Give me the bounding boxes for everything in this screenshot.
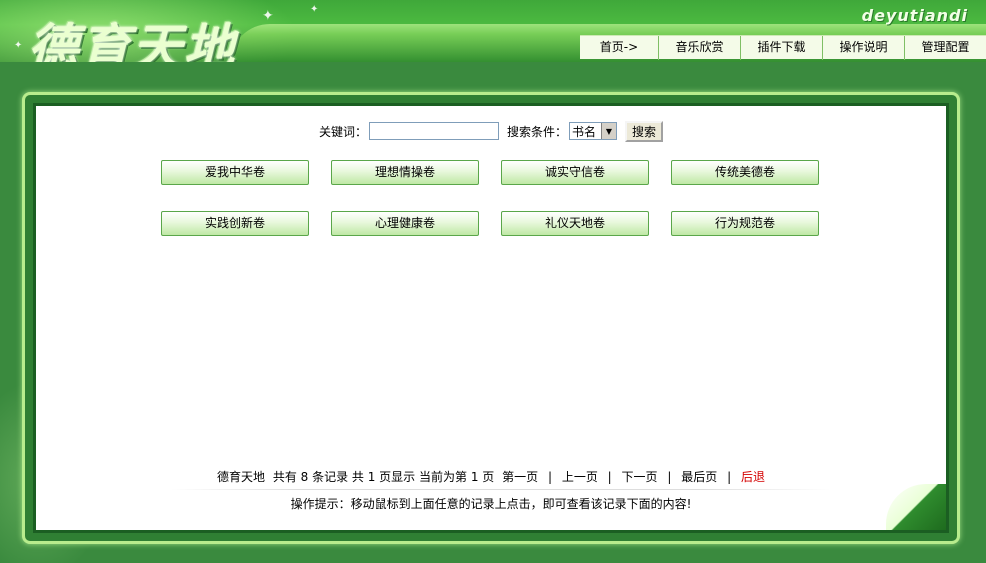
nav-instructions[interactable]: 操作说明 xyxy=(822,36,904,60)
pager-first-link[interactable]: 第一页 xyxy=(502,470,538,484)
category-button[interactable]: 爱我中华卷 xyxy=(161,160,309,185)
site-logo[interactable]: 德育天地 xyxy=(28,8,236,62)
keyword-input[interactable] xyxy=(368,122,499,140)
pager-last-link[interactable]: 最后页 xyxy=(681,470,717,484)
category-button[interactable]: 传统美德卷 xyxy=(671,160,819,185)
brand-name-en: deyutiandi xyxy=(861,6,968,25)
main-frame: 关键词： 搜索条件： 书名 ▼ 搜索 爱我中华卷 理想情操卷 诚实守信卷 传统美… xyxy=(22,92,960,544)
category-button[interactable]: 心理健康卷 xyxy=(331,211,479,236)
back-link[interactable]: 后退 xyxy=(741,470,765,484)
keyword-label: 关键词： xyxy=(318,124,367,139)
category-button[interactable]: 行为规范卷 xyxy=(671,211,819,236)
condition-select[interactable]: 书名 ▼ xyxy=(569,122,617,140)
header: ✦ ✦ ✦ 德育天地 deyutiandi 首页-> 音乐欣赏 插件下载 操作说… xyxy=(0,0,986,62)
pager-separator: | xyxy=(727,470,732,484)
pager-summary: 共有 8 条记录 共 1 页显示 当前为第 1 页 xyxy=(272,470,495,484)
page-curl-decoration xyxy=(886,484,946,530)
pager-site-name: 德育天地 xyxy=(217,470,266,484)
category-button[interactable]: 理想情操卷 xyxy=(331,160,479,185)
operation-tip: 操作提示：移动鼠标到上面任意的记录上点击，即可查看该记录下面的内容! xyxy=(290,497,692,511)
sparkle-icon: ✦ xyxy=(310,4,319,15)
divider xyxy=(171,489,831,490)
condition-selected-value: 书名 xyxy=(572,124,597,139)
search-bar: 关键词： 搜索条件： 书名 ▼ 搜索 xyxy=(36,120,946,142)
condition-label: 搜索条件： xyxy=(506,124,567,139)
pager-next-link[interactable]: 下一页 xyxy=(622,470,658,484)
pager-prev-link[interactable]: 上一页 xyxy=(562,470,598,484)
sparkle-icon: ✦ xyxy=(14,40,23,51)
pager-separator: | xyxy=(607,470,612,484)
pager-separator: | xyxy=(667,470,672,484)
top-nav: 首页-> 音乐欣赏 插件下载 操作说明 管理配置 xyxy=(580,35,986,60)
sparkle-icon: ✦ xyxy=(262,8,274,24)
nav-plugin-download[interactable]: 插件下载 xyxy=(740,36,822,60)
nav-home[interactable]: 首页-> xyxy=(580,36,658,60)
category-button[interactable]: 实践创新卷 xyxy=(161,211,309,236)
pagination-bar: 德育天地 共有 8 条记录 共 1 页显示 当前为第 1 页 第一页 | 上一页… xyxy=(36,468,946,485)
search-button[interactable]: 搜索 xyxy=(625,120,664,142)
nav-admin-config[interactable]: 管理配置 xyxy=(904,36,986,60)
category-button[interactable]: 礼仪天地卷 xyxy=(501,211,649,236)
category-grid: 爱我中华卷 理想情操卷 诚实守信卷 传统美德卷 实践创新卷 心理健康卷 礼仪天地… xyxy=(161,160,819,236)
chevron-down-icon[interactable]: ▼ xyxy=(601,123,616,139)
content-panel: 关键词： 搜索条件： 书名 ▼ 搜索 爱我中华卷 理想情操卷 诚实守信卷 传统美… xyxy=(33,103,949,533)
nav-music[interactable]: 音乐欣赏 xyxy=(658,36,740,60)
category-button[interactable]: 诚实守信卷 xyxy=(501,160,649,185)
pager-separator: | xyxy=(547,470,552,484)
